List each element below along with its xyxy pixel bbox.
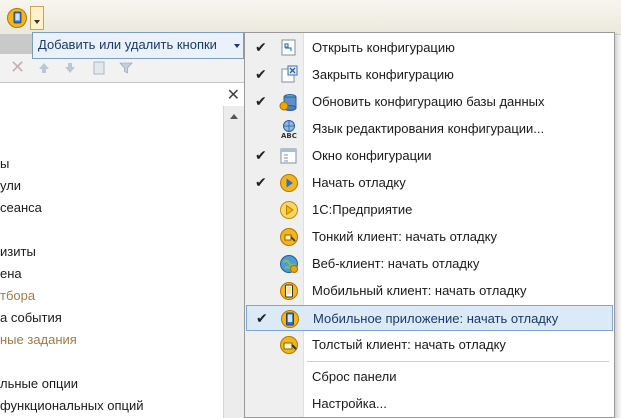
mobile-app-icon xyxy=(280,309,300,329)
tree-item[interactable]: ена xyxy=(0,266,22,281)
enterprise-icon xyxy=(279,200,299,220)
thin-client-icon xyxy=(279,227,299,247)
menu-item-close-config[interactable]: ✔ Закрыть конфигурацию xyxy=(246,62,613,88)
tree-item[interactable]: льные опции xyxy=(0,376,78,391)
mobile-client-icon xyxy=(279,281,299,301)
menu-item-settings[interactable]: Настройка... xyxy=(246,391,613,417)
tree-item[interactable]: сеанса xyxy=(0,200,42,215)
menu-item-label: Закрыть конфигурацию xyxy=(312,67,454,82)
config-window-icon xyxy=(279,146,299,166)
menu-item-config-window[interactable]: ✔ Окно конфигурации xyxy=(246,143,613,169)
menu-item-update-db[interactable]: ✔ Обновить конфигурацию базы данных xyxy=(246,89,613,115)
menu-item-label: Открыть конфигурацию xyxy=(312,40,455,55)
close-config-icon xyxy=(279,65,299,85)
clear-search-icon[interactable]: ✕ xyxy=(227,85,240,105)
menu-item-thin-client[interactable]: Тонкий клиент: начать отладку xyxy=(246,224,613,250)
menu-item-label: Окно конфигурации xyxy=(312,148,432,163)
abc-language-icon: ABC xyxy=(279,119,299,140)
tree-item[interactable]: ные задания xyxy=(0,332,77,347)
menu-item-label: Толстый клиент: начать отладку xyxy=(312,337,506,352)
tree-item[interactable]: функциональных опций xyxy=(0,398,144,413)
tree-toolbar: ✕ xyxy=(0,57,150,79)
menu-item-mobile-client[interactable]: Мобильный клиент: начать отладку xyxy=(246,278,613,304)
search-input[interactable]: ✕ xyxy=(0,82,244,107)
tree-item[interactable]: ы xyxy=(0,156,9,171)
check-icon: ✔ xyxy=(255,174,267,190)
thick-client-icon xyxy=(279,335,299,355)
menu-item-label: Язык редактирования конфигурации... xyxy=(312,121,545,136)
add-remove-buttons-menu[interactable]: Добавить или удалить кнопки xyxy=(32,32,244,59)
tree-scrollbar[interactable] xyxy=(223,106,244,418)
menu-item-edit-language[interactable]: ABC Язык редактирования конфигурации... xyxy=(246,116,613,142)
menu-item-label: Мобильный клиент: начать отладку xyxy=(312,283,527,298)
menu-item-start-debug[interactable]: ✔ Начать отладку xyxy=(246,170,613,196)
menu-item-open-config[interactable]: ✔ Открыть конфигурацию xyxy=(246,35,613,61)
menu-separator xyxy=(307,361,609,362)
move-down-icon[interactable] xyxy=(63,61,77,75)
menu-item-label: Начать отладку xyxy=(312,175,406,190)
tree-item[interactable]: а события xyxy=(0,310,62,325)
check-icon: ✔ xyxy=(256,310,268,326)
menu-item-label: Мобильное приложение: начать отладку xyxy=(313,311,559,326)
check-icon: ✔ xyxy=(255,93,267,109)
menu-item-label: Сброс панели xyxy=(312,369,397,384)
toolbar-dropdown-button[interactable] xyxy=(30,6,44,30)
chevron-down-icon xyxy=(234,44,240,48)
menu-item-enterprise[interactable]: 1С:Предприятие xyxy=(246,197,613,223)
update-db-icon xyxy=(279,92,299,112)
tree-item[interactable]: изиты xyxy=(0,244,36,259)
check-icon: ✔ xyxy=(255,147,267,163)
menu-item-mobile-app[interactable]: ✔ Мобильное приложение: начать отладку xyxy=(246,305,613,331)
open-config-icon xyxy=(279,38,299,58)
start-debug-icon xyxy=(279,173,299,193)
add-remove-buttons-label: Добавить или удалить кнопки xyxy=(38,37,217,52)
svg-text:ABC: ABC xyxy=(281,132,297,139)
check-icon: ✔ xyxy=(255,66,267,82)
scroll-up-icon[interactable] xyxy=(230,114,238,119)
tree-item[interactable]: ули xyxy=(0,178,21,193)
check-icon: ✔ xyxy=(255,39,267,55)
filter-icon[interactable] xyxy=(119,61,133,75)
menu-item-label: Веб-клиент: начать отладку xyxy=(312,256,480,271)
configuration-tree: ы ули сеанса изиты ена тбора а события н… xyxy=(0,106,223,418)
tree-item[interactable]: тбора xyxy=(0,288,35,303)
move-up-icon[interactable] xyxy=(37,61,51,75)
web-client-icon xyxy=(279,254,299,274)
run-app-icon[interactable] xyxy=(6,7,28,29)
menu-item-thick-client[interactable]: Толстый клиент: начать отладку xyxy=(246,332,613,358)
delete-icon[interactable]: ✕ xyxy=(10,58,25,76)
toolbar xyxy=(0,0,621,35)
panel-header-band xyxy=(0,34,32,54)
menu-item-reset-panel[interactable]: Сброс панели xyxy=(246,364,613,390)
buttons-popup-menu: ✔ Открыть конфигурацию ✔ Закрыть конфигу… xyxy=(244,32,615,418)
menu-item-label: 1С:Предприятие xyxy=(312,202,413,217)
menu-item-web-client[interactable]: Веб-клиент: начать отладку xyxy=(246,251,613,277)
menu-item-label: Тонкий клиент: начать отладку xyxy=(312,229,497,244)
menu-item-label: Настройка... xyxy=(312,396,387,411)
menu-item-label: Обновить конфигурацию базы данных xyxy=(312,94,545,109)
document-icon[interactable] xyxy=(92,61,106,75)
